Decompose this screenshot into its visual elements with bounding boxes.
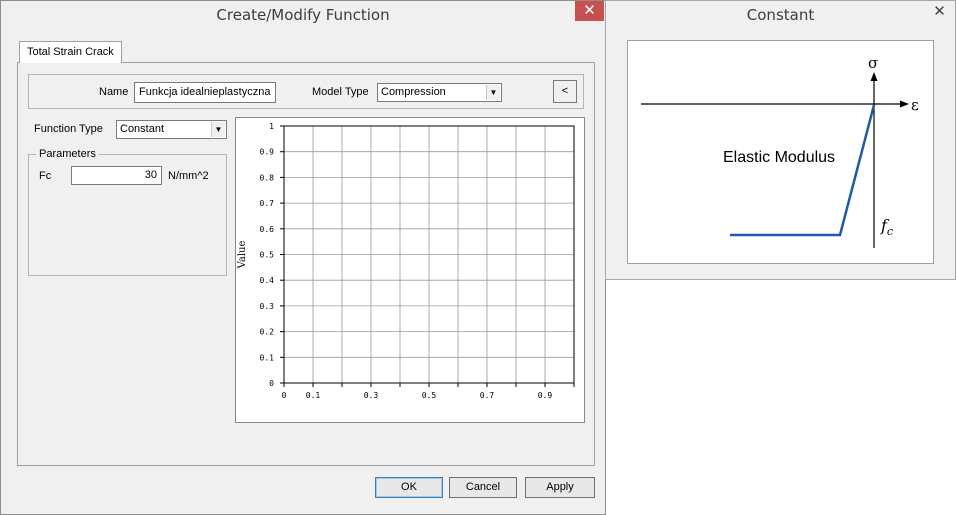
title-bar[interactable]: Create/Modify Function ✕ — [1, 1, 605, 29]
function-chart: 0 0.1 0.2 0.3 0.4 0.5 0.6 0.7 0.8 0.9 1 0 0.1 0.3 0.5 0… — [235, 117, 585, 423]
y-tick-label: 0.8 — [260, 173, 275, 182]
elastic-modulus-label: Elastic Modulus — [723, 149, 835, 166]
y-tick-label: 0.9 — [260, 148, 275, 157]
tab-total-strain-crack[interactable]: Total Strain Crack — [19, 41, 122, 63]
name-input[interactable]: Funkcja idealnieplastyczna — [134, 82, 276, 103]
fc-input[interactable]: 30 — [71, 166, 162, 185]
model-type-value: Compression — [381, 86, 446, 98]
y-tick-label: 0.2 — [260, 328, 275, 337]
sigma-label: σ — [868, 54, 878, 72]
x-tick-label: 0.7 — [480, 391, 495, 400]
function-type-value: Constant — [120, 123, 165, 135]
epsilon-label: ε — [911, 96, 919, 114]
x-tick-label: 0.1 — [306, 391, 321, 400]
y-tick-label: 0.6 — [260, 225, 275, 234]
collapse-panel-button[interactable]: < — [553, 80, 577, 103]
x-tick-label: 0 — [282, 391, 287, 400]
fc-label: Fc — [39, 170, 52, 182]
chevron-down-icon[interactable]: ▼ — [486, 85, 500, 100]
y-tick-label: 0.4 — [260, 276, 275, 285]
ok-button[interactable]: OK — [375, 477, 443, 498]
model-type-label: Model Type — [312, 86, 369, 98]
chevron-down-icon[interactable]: ▼ — [211, 122, 225, 137]
y-tick-label: 0.1 — [260, 353, 275, 362]
y-tick-label: 0.7 — [260, 199, 275, 208]
constant-window-title: Constant — [746, 6, 815, 24]
x-tick-label: 0.5 — [422, 391, 437, 400]
name-label: Name — [99, 86, 129, 98]
arrow-right-icon — [900, 100, 909, 108]
arrow-up-icon — [870, 72, 878, 81]
constant-close-button[interactable]: ✕ — [926, 2, 953, 21]
y-tick-label: 0.3 — [260, 302, 275, 311]
y-tick-label: 1 — [269, 122, 274, 131]
y-axis-title: Value — [237, 241, 248, 270]
chart-plot: 0 0.1 0.2 0.3 0.4 0.5 0.6 0.7 0.8 0.9 1 0 0.1 0.3 0.5 0… — [237, 122, 575, 400]
constant-curve — [730, 104, 876, 237]
x-tick-label: 0.3 — [364, 391, 379, 400]
constant-diagram: σ ε Elastic Modulus fc — [627, 40, 934, 264]
constant-window: Constant ✕ σ ε Elastic Modulus fc — [605, 0, 956, 280]
window-title: Create/Modify Function — [216, 6, 390, 24]
function-type-label: Function Type — [34, 123, 103, 135]
y-tick-label: 0 — [269, 379, 274, 388]
parameters-legend: Parameters — [36, 148, 99, 160]
apply-button[interactable]: Apply — [525, 477, 595, 498]
stress-strain-diagram: σ ε Elastic Modulus fc — [641, 54, 919, 248]
create-modify-function-window: Create/Modify Function ✕ Total Strain Cr… — [0, 0, 606, 515]
close-button[interactable]: ✕ — [575, 1, 604, 21]
function-type-select[interactable]: Constant ▼ — [116, 120, 227, 139]
fc-unit: N/mm^2 — [168, 170, 209, 182]
fc-symbol: fc — [880, 216, 893, 238]
model-type-select[interactable]: Compression ▼ — [377, 83, 502, 102]
x-tick-label: 0.9 — [538, 391, 553, 400]
cancel-button[interactable]: Cancel — [449, 477, 517, 498]
y-tick-label: 0.5 — [260, 251, 275, 260]
